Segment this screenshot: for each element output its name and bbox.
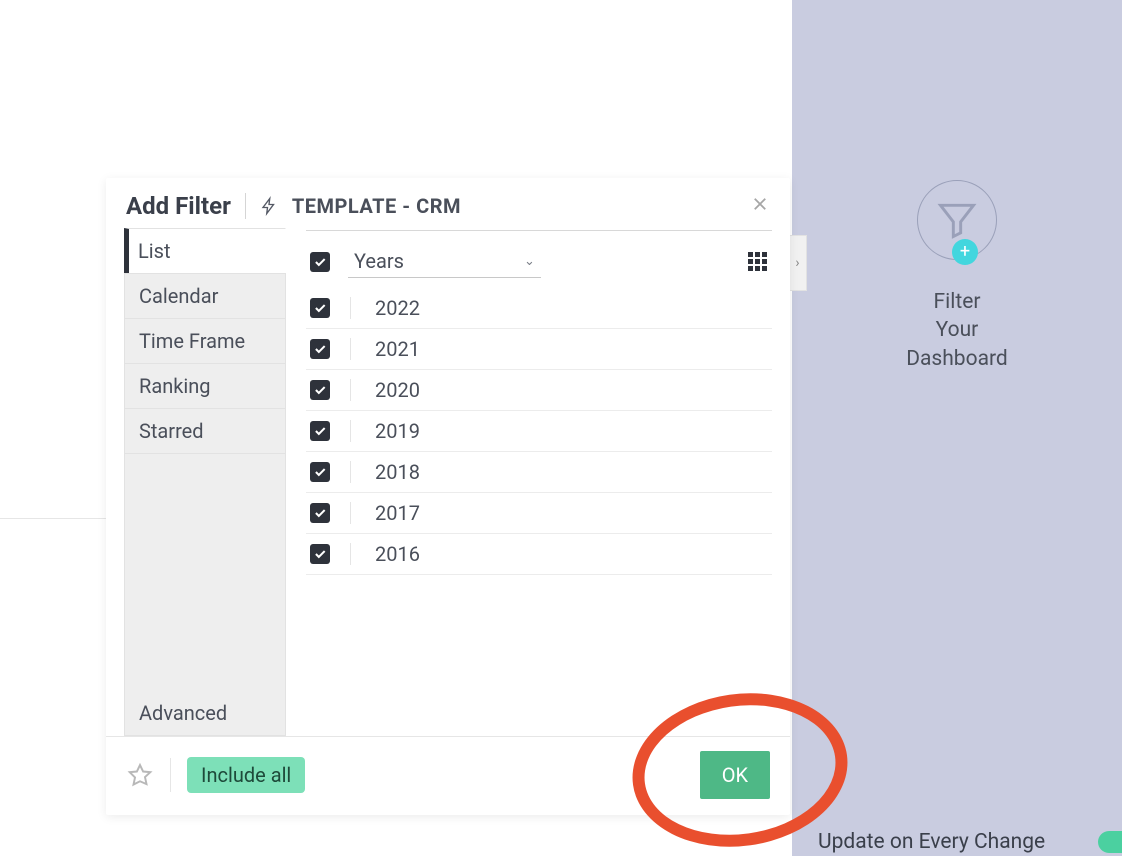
add-filter-dialog: Add Filter TEMPLATE - CRM List Calendar … <box>106 178 790 815</box>
divider <box>350 379 351 401</box>
content-separator <box>0 518 106 519</box>
year-label: 2017 <box>375 501 420 525</box>
include-all-pill[interactable]: Include all <box>187 757 305 793</box>
tab-calendar[interactable]: Calendar <box>124 273 286 318</box>
chevron-right-icon: › <box>795 255 799 271</box>
right-side-panel: + Filter Your Dashboard Update on Every … <box>792 0 1122 856</box>
funnel-icon <box>935 198 979 242</box>
check-icon <box>313 383 327 397</box>
check-icon <box>313 255 327 269</box>
plus-icon: + <box>960 243 970 261</box>
year-checkbox[interactable] <box>310 503 330 523</box>
year-label: 2020 <box>375 378 420 402</box>
selector-row: Years ⌄ <box>306 231 772 288</box>
template-label: TEMPLATE - CRM <box>292 194 461 218</box>
star-button[interactable] <box>126 761 154 789</box>
tab-advanced[interactable]: Advanced <box>124 691 286 736</box>
promo-line: Filter <box>906 288 1008 316</box>
year-row[interactable]: 2019 <box>306 411 772 452</box>
divider <box>350 338 351 360</box>
ok-button[interactable]: OK <box>700 751 770 799</box>
year-checkbox[interactable] <box>310 380 330 400</box>
year-row[interactable]: 2022 <box>306 288 772 329</box>
tabs-spacer <box>124 454 286 691</box>
tab-timeframe[interactable]: Time Frame <box>124 318 286 363</box>
tab-ranking[interactable]: Ranking <box>124 363 286 408</box>
funnel-circle[interactable]: + <box>917 180 997 260</box>
check-icon <box>313 424 327 438</box>
divider <box>245 193 246 219</box>
year-row[interactable]: 2021 <box>306 329 772 370</box>
divider <box>350 420 351 442</box>
filter-promo: + Filter Your Dashboard <box>792 180 1122 373</box>
dialog-body: List Calendar Time Frame Ranking Starred… <box>106 228 790 736</box>
check-icon <box>313 465 327 479</box>
dialog-title: Add Filter <box>126 192 231 220</box>
year-checkbox[interactable] <box>310 339 330 359</box>
year-checkbox[interactable] <box>310 298 330 318</box>
tab-list[interactable]: List <box>124 228 286 273</box>
tab-starred[interactable]: Starred <box>124 408 286 454</box>
year-row[interactable]: 2016 <box>306 534 772 575</box>
update-on-change-toggle[interactable] <box>1098 831 1122 853</box>
check-icon <box>313 342 327 356</box>
promo-line: Dashboard <box>906 345 1008 373</box>
divider <box>350 543 351 565</box>
year-rows: 2022 2021 2020 2019 2018 2017 2016 <box>306 288 772 575</box>
year-checkbox[interactable] <box>310 421 330 441</box>
dropdown-label: Years <box>354 249 404 273</box>
year-label: 2022 <box>375 296 420 320</box>
select-all-checkbox[interactable] <box>310 252 330 272</box>
filter-promo-text: Filter Your Dashboard <box>906 288 1008 373</box>
dialog-header: Add Filter TEMPLATE - CRM <box>106 178 790 228</box>
divider <box>350 461 351 483</box>
year-checkbox[interactable] <box>310 544 330 564</box>
check-icon <box>313 547 327 561</box>
year-label: 2021 <box>375 337 420 361</box>
divider <box>350 297 351 319</box>
update-on-change-label: Update on Every Change <box>818 830 1045 854</box>
close-icon <box>751 195 769 213</box>
filter-content: Years ⌄ 2022 2021 2020 2019 2018 2017 2016 <box>286 228 772 736</box>
year-row[interactable]: 2018 <box>306 452 772 493</box>
background-chevron-button[interactable]: › <box>789 235 807 291</box>
year-checkbox[interactable] <box>310 462 330 482</box>
tabs-column: List Calendar Time Frame Ranking Starred… <box>124 228 286 736</box>
year-row[interactable]: 2020 <box>306 370 772 411</box>
dialog-footer: Include all OK <box>106 736 790 815</box>
check-icon <box>313 301 327 315</box>
divider <box>350 502 351 524</box>
update-on-change-row: Update on Every Change <box>792 830 1122 854</box>
star-icon <box>127 762 153 788</box>
grid-view-button[interactable] <box>748 252 768 272</box>
add-filter-badge[interactable]: + <box>952 239 978 265</box>
year-label: 2018 <box>375 460 420 484</box>
year-label: 2019 <box>375 419 420 443</box>
chevron-down-icon: ⌄ <box>524 254 535 269</box>
lightning-icon <box>260 194 278 218</box>
promo-line: Your <box>906 316 1008 344</box>
divider <box>170 758 171 792</box>
granularity-dropdown[interactable]: Years ⌄ <box>348 245 541 278</box>
check-icon <box>313 506 327 520</box>
close-button[interactable] <box>746 190 774 218</box>
year-label: 2016 <box>375 542 420 566</box>
year-row[interactable]: 2017 <box>306 493 772 534</box>
